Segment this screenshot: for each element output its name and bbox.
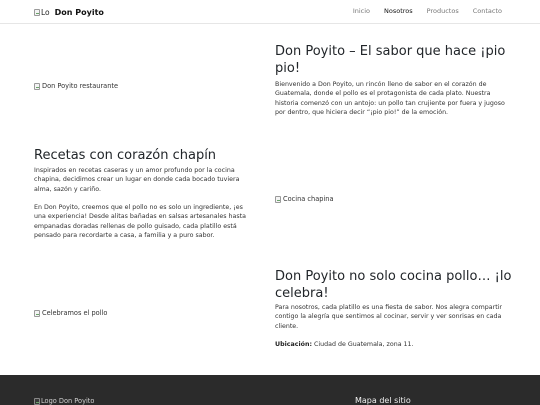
section3-title: Don Poyito no solo cocina pollo… ¡lo cel… xyxy=(275,269,512,301)
broken-image-icon xyxy=(34,309,40,317)
broken-image-icon xyxy=(34,397,40,405)
nav-link-nosotros[interactable]: Nosotros xyxy=(384,7,413,15)
footer: Logo Don Poyito Mapa del sitio xyxy=(0,375,540,405)
section1-paragraph: Bienvenido a Don Poyito, un rincón lleno… xyxy=(275,81,505,117)
location-value: Ciudad de Guatemala, zona 11. xyxy=(314,341,414,348)
section1-title: Don Poyito – El sabor que hace ¡pio pio! xyxy=(275,44,506,76)
nav-links: Inicio Nosotros Productos Contacto xyxy=(339,7,502,15)
brand-name[interactable]: Don Poyito xyxy=(55,8,104,17)
location-label: Ubicación: xyxy=(275,341,312,348)
section2-title: Recetas con corazón chapín xyxy=(34,148,217,163)
celebramos-image-alt: Celebramos el pollo xyxy=(42,309,108,317)
cocina-image-alt: Cocina chapina xyxy=(283,195,334,203)
brand-logo-alt-text: Lo xyxy=(41,7,50,17)
brand-logo[interactable]: Lo xyxy=(34,6,50,18)
sitemap-title: Mapa del sitio xyxy=(355,396,411,405)
section2-paragraph-2: En Don Poyito, creemos que el pollo no e… xyxy=(34,204,247,240)
brand[interactable]: Lo Don Poyito xyxy=(34,6,104,18)
broken-image-icon xyxy=(34,82,40,90)
section2-paragraph-1: Inspirados en recetas caseras y un amor … xyxy=(34,167,240,193)
broken-image-icon xyxy=(34,8,40,16)
broken-image-icon xyxy=(275,195,281,203)
cocina-image: Cocina chapina xyxy=(275,195,334,203)
restaurant-image: Don Poyito restaurante xyxy=(34,82,118,90)
footer-logo-alt: Logo Don Poyito xyxy=(41,397,95,405)
nav-link-contacto[interactable]: Contacto xyxy=(473,7,502,15)
celebramos-image: Celebramos el pollo xyxy=(34,309,107,317)
nav-link-inicio[interactable]: Inicio xyxy=(353,7,370,15)
nav-link-productos[interactable]: Productos xyxy=(427,7,459,15)
location-line: Ubicación: Ciudad de Guatemala, zona 11. xyxy=(275,340,510,349)
restaurant-image-alt: Don Poyito restaurante xyxy=(42,82,119,90)
footer-logo[interactable]: Logo Don Poyito xyxy=(34,397,94,405)
section3-paragraph: Para nosotros, cada platillo es una fies… xyxy=(275,304,503,330)
navbar: Lo Don Poyito Inicio Nosotros Productos … xyxy=(0,0,540,24)
